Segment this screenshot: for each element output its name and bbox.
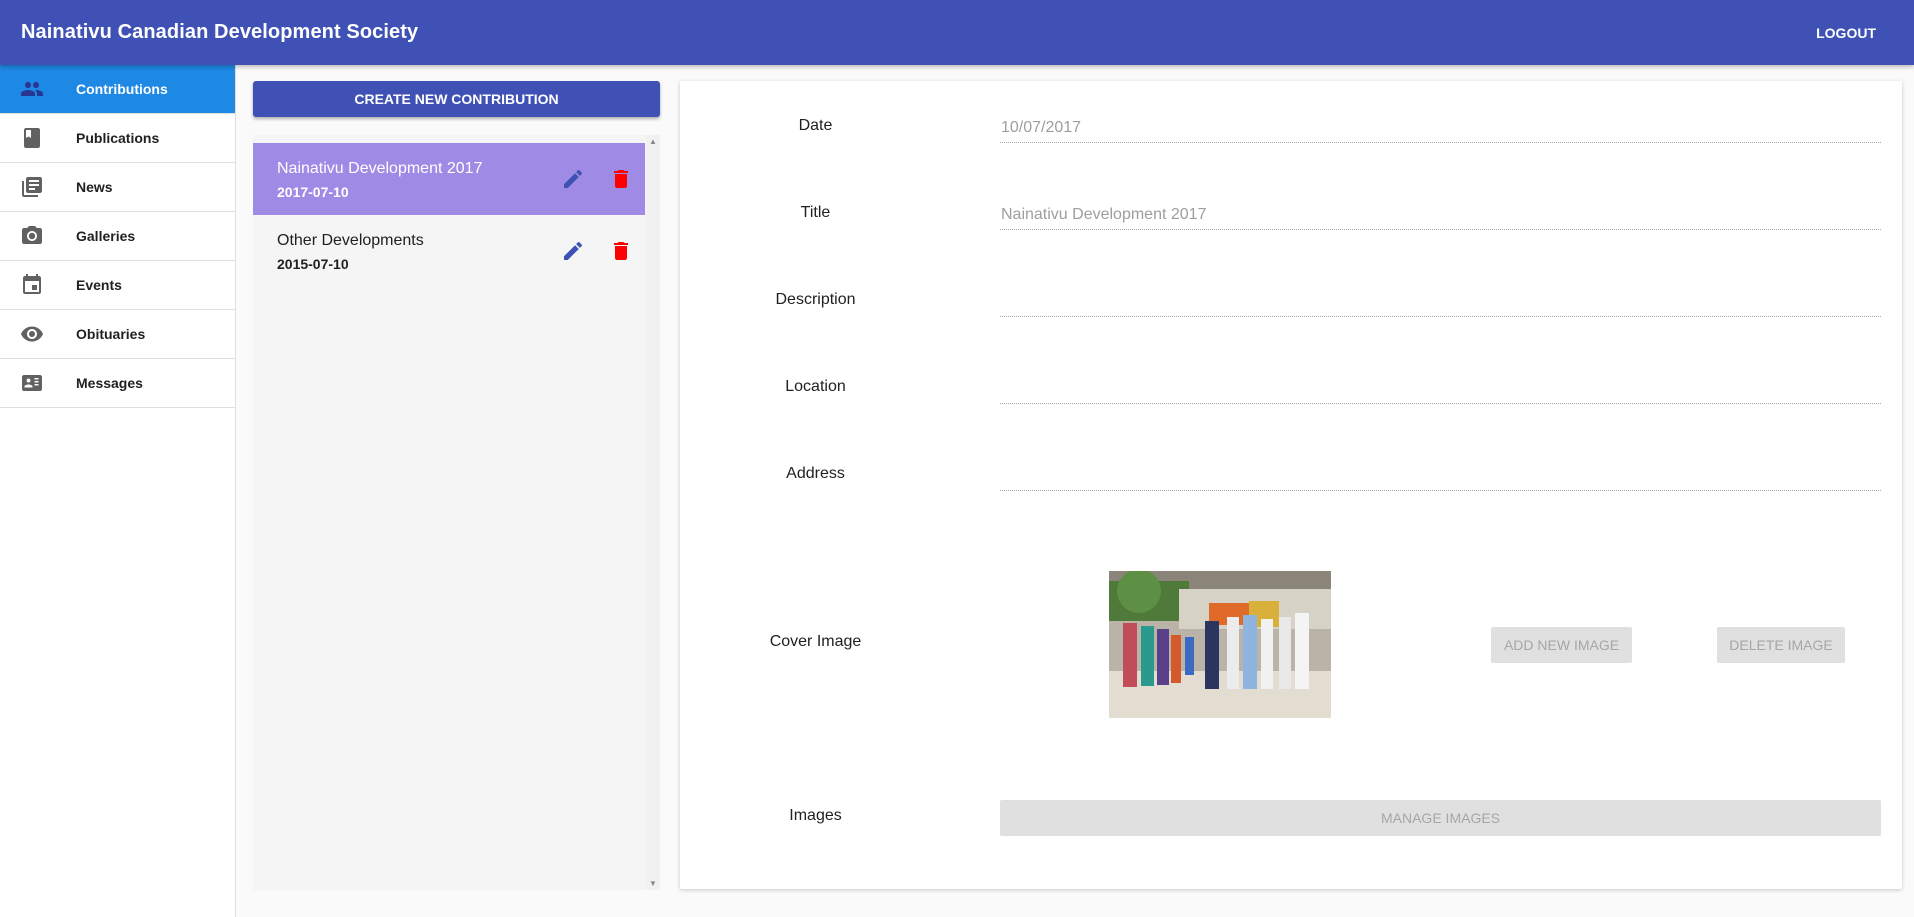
people-icon	[0, 77, 76, 101]
list-item-title: Other Developments	[277, 231, 424, 249]
list-scrollbar[interactable]: ▲ ▼	[646, 135, 660, 890]
edit-button[interactable]	[549, 167, 597, 191]
add-new-image-button[interactable]: ADD NEW IMAGE	[1491, 627, 1632, 663]
list-item[interactable]: Nainativu Development 2017 2017-07-10	[253, 143, 645, 215]
location-label: Location	[785, 378, 846, 395]
date-field[interactable]	[1000, 113, 1881, 143]
edit-button[interactable]	[549, 239, 597, 263]
sidebar-item-contributions[interactable]: Contributions	[0, 65, 235, 114]
sidebar-item-events[interactable]: Events	[0, 261, 235, 310]
sidebar-item-label: Events	[76, 277, 122, 293]
sidebar-item-galleries[interactable]: Galleries	[0, 212, 235, 261]
sidebar-item-label: News	[76, 179, 113, 195]
scroll-down-icon[interactable]: ▼	[649, 879, 657, 888]
sidebar-item-obituaries[interactable]: Obituaries	[0, 310, 235, 359]
date-label: Date	[798, 117, 833, 134]
description-row: Description	[680, 279, 1902, 327]
delete-image-button[interactable]: DELETE IMAGE	[1717, 627, 1845, 663]
list-item[interactable]: Other Developments 2015-07-10	[253, 215, 645, 287]
create-contribution-button[interactable]: CREATE NEW CONTRIBUTION	[253, 81, 660, 117]
location-field[interactable]	[1000, 374, 1881, 404]
sidebar-item-label: Contributions	[76, 81, 168, 97]
delete-button[interactable]	[597, 239, 645, 263]
sidebar-item-publications[interactable]: Publications	[0, 114, 235, 163]
delete-button[interactable]	[597, 167, 645, 191]
cover-image	[1109, 571, 1331, 718]
app-bar: Nainativu Canadian Development Society L…	[0, 0, 1914, 65]
date-row: Date	[680, 105, 1902, 153]
list-item-date: 2017-07-10	[277, 183, 349, 200]
sidebar-item-news[interactable]: News	[0, 163, 235, 212]
contribution-form: Date Title Description Location Address …	[680, 81, 1902, 889]
sidebar-item-label: Publications	[76, 130, 160, 146]
address-field[interactable]	[1000, 461, 1881, 491]
trash-icon	[614, 170, 628, 188]
book-icon	[0, 126, 76, 150]
list-item-date: 2015-07-10	[277, 255, 349, 272]
contact-card-icon	[0, 371, 76, 395]
calendar-icon	[0, 273, 76, 297]
scroll-up-icon[interactable]: ▲	[649, 137, 657, 146]
pencil-icon	[564, 169, 583, 188]
address-label: Address	[786, 465, 845, 482]
logout-button[interactable]: LOGOUT	[1816, 25, 1876, 41]
images-label: Images	[789, 807, 842, 824]
title-field[interactable]	[1000, 200, 1881, 230]
eye-icon	[0, 322, 76, 346]
title-row: Title	[680, 192, 1902, 240]
sidebar-item-label: Galleries	[76, 228, 136, 244]
pencil-icon	[564, 241, 583, 260]
newspaper-icon	[0, 175, 76, 199]
sidebar-item-label: Messages	[76, 375, 143, 391]
sidebar-item-label: Obituaries	[76, 326, 146, 342]
description-field[interactable]	[1000, 287, 1881, 317]
cover-image-label: Cover Image	[769, 633, 862, 650]
list-item-title: Nainativu Development 2017	[277, 159, 483, 177]
app-title: Nainativu Canadian Development Society	[21, 21, 419, 43]
location-row: Location	[680, 366, 1902, 414]
manage-images-button[interactable]: MANAGE IMAGES	[1000, 800, 1881, 836]
contribution-list: Nainativu Development 2017 2017-07-10 Ot…	[253, 135, 660, 890]
trash-icon	[614, 242, 628, 260]
title-label: Title	[800, 204, 831, 221]
address-row: Address	[680, 453, 1902, 501]
camera-icon	[0, 224, 76, 248]
sidebar: Contributions Publications News Gallerie…	[0, 65, 236, 917]
sidebar-item-messages[interactable]: Messages	[0, 359, 235, 408]
description-label: Description	[775, 291, 856, 308]
